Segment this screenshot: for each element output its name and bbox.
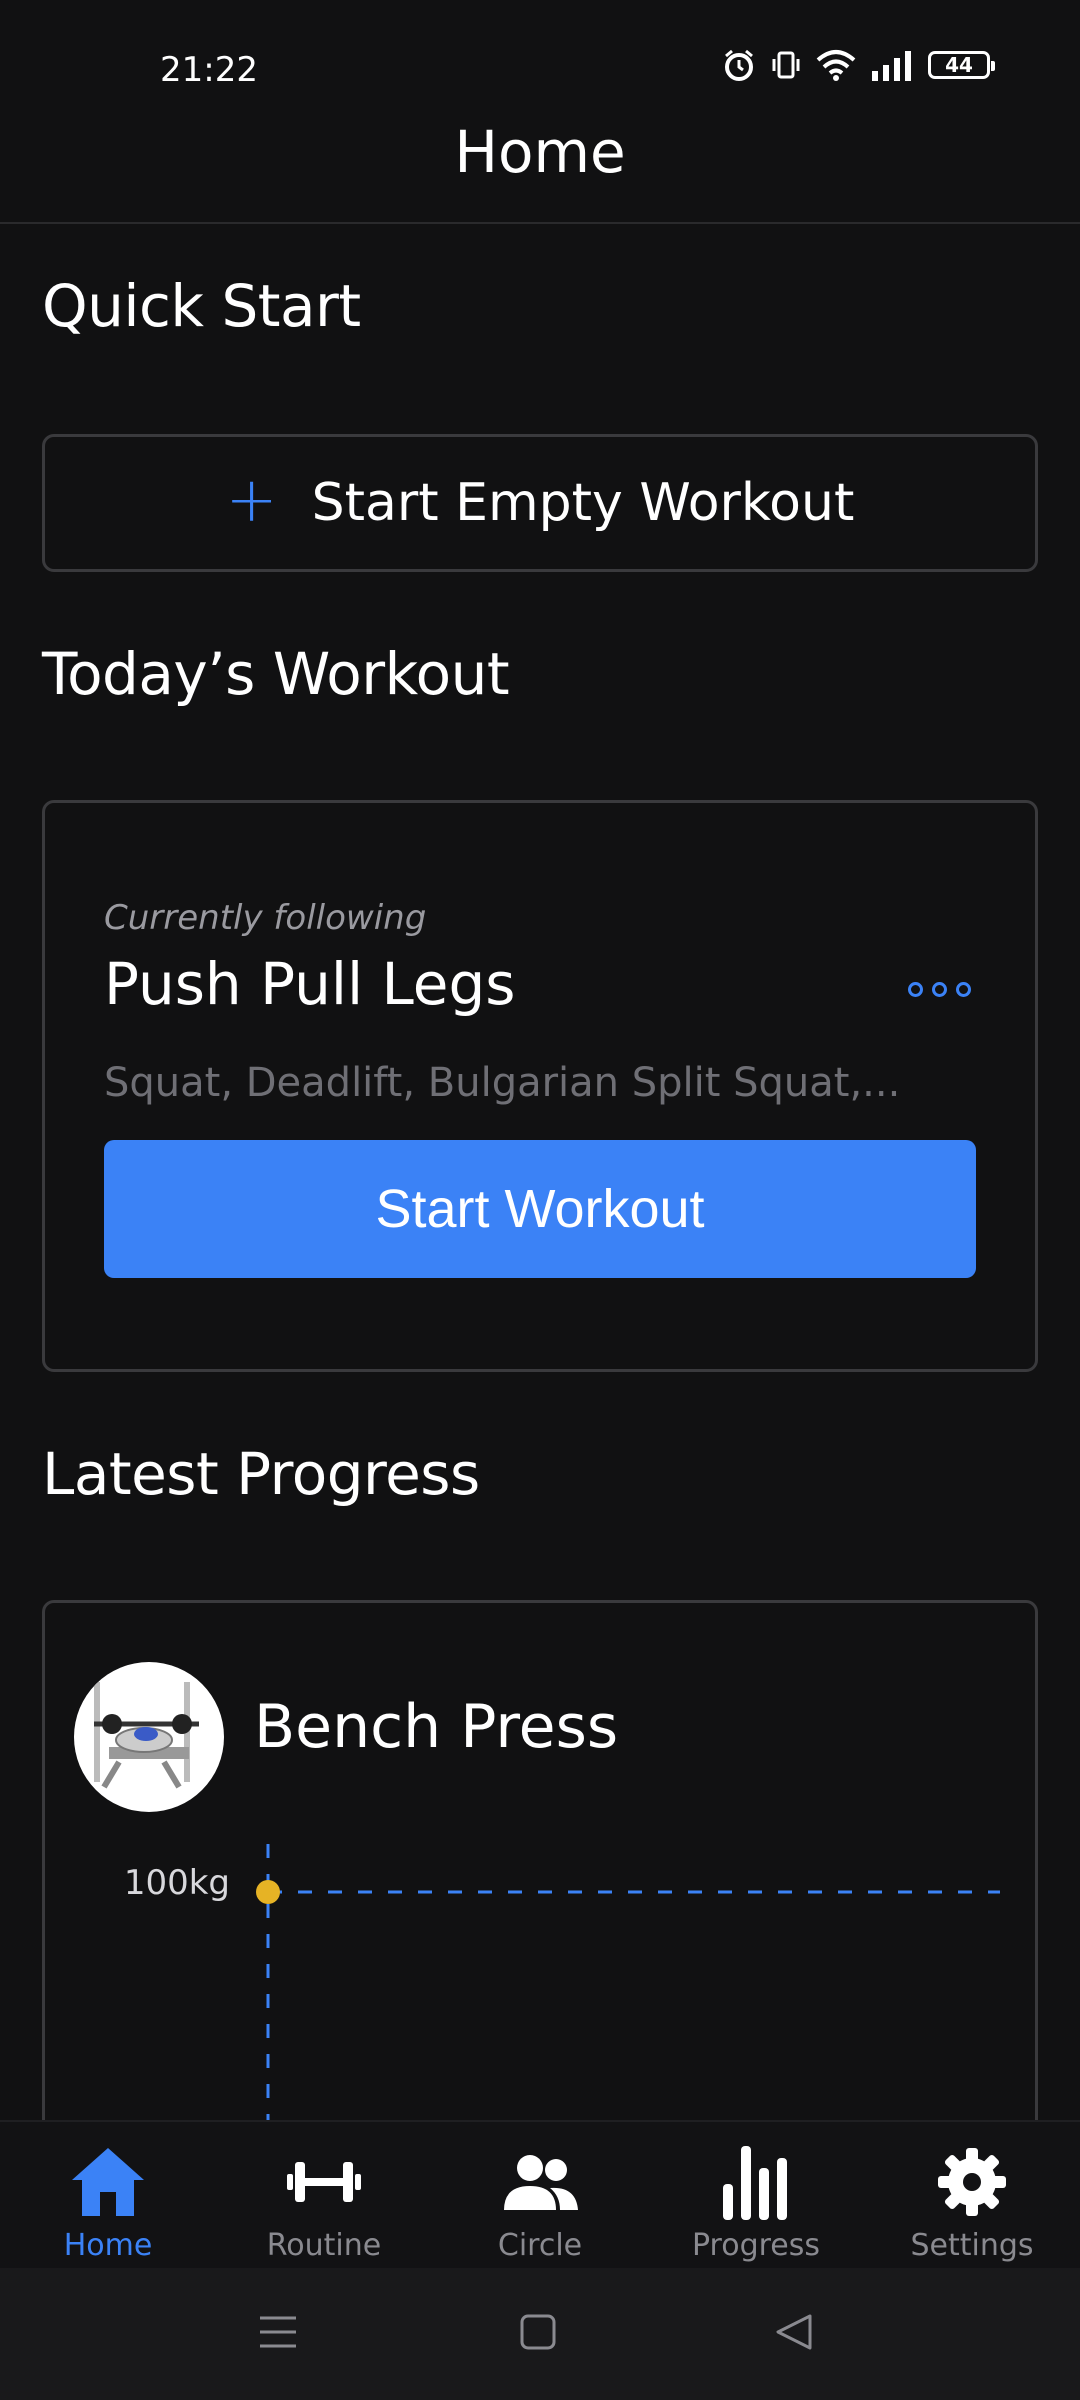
nav-item-settings[interactable]: Settings (864, 2122, 1080, 2270)
more-options-icon[interactable] (908, 982, 971, 997)
start-empty-workout-label: Start Empty Workout (311, 473, 855, 533)
data-point[interactable] (256, 1880, 280, 1904)
nav-label-circle: Circle (497, 2228, 583, 2263)
signal-icon (872, 51, 911, 81)
bar-chart-icon (714, 2140, 798, 2224)
people-icon (498, 2140, 582, 2224)
nav-item-routine[interactable]: Routine (216, 2122, 432, 2270)
nav-label-progress: Progress (691, 2228, 821, 2263)
system-navigation-bar (0, 2268, 1080, 2400)
routine-name: Push Pull Legs (104, 950, 516, 1018)
alarm-icon (725, 49, 753, 81)
header-divider (0, 222, 1080, 224)
back-icon[interactable] (774, 2312, 814, 2352)
dumbbell-icon (282, 2140, 366, 2224)
nav-item-progress[interactable]: Progress (648, 2122, 864, 2270)
dot (908, 982, 923, 997)
latest-progress-title: Latest Progress (42, 1440, 480, 1508)
progress-chart: 100kg (124, 1844, 1000, 2120)
nav-label-routine: Routine (266, 2228, 382, 2263)
battery-indicator: 44 (928, 51, 995, 79)
start-empty-workout-button[interactable]: + Start Empty Workout (42, 434, 1038, 572)
currently-following-label: Currently following (104, 898, 427, 938)
status-icons: 44 (722, 48, 995, 82)
home-icon (66, 2140, 150, 2224)
plus-icon: + (225, 463, 278, 536)
dot (932, 982, 947, 997)
nav-label-home: Home (63, 2228, 153, 2263)
start-workout-button[interactable]: Start Workout (104, 1140, 976, 1278)
bench-press-avatar (74, 1662, 224, 1812)
dot (956, 982, 971, 997)
home-square-icon[interactable] (518, 2312, 558, 2352)
status-time: 21:22 (160, 50, 258, 90)
page-title: Home (454, 118, 626, 186)
nav-label-settings: Settings (910, 2228, 1034, 2263)
todays-workout-title: Today’s Workout (42, 640, 510, 708)
gear-icon (930, 2140, 1014, 2224)
nav-item-home[interactable]: Home (0, 2122, 216, 2270)
wifi-icon (816, 50, 856, 81)
menu-icon[interactable] (258, 2312, 298, 2352)
nav-item-circle[interactable]: Circle (432, 2122, 648, 2270)
vibrate-icon (772, 51, 800, 79)
bottom-navigation: Home Routine Circle Progress Settings (0, 2120, 1080, 2270)
exercise-name: Bench Press (254, 1692, 619, 1762)
y-tick-label: 100kg (124, 1863, 230, 1903)
quick-start-title: Quick Start (42, 272, 361, 340)
exercise-list-summary: Squat, Deadlift, Bulgarian Split Squat,.… (104, 1060, 901, 1106)
